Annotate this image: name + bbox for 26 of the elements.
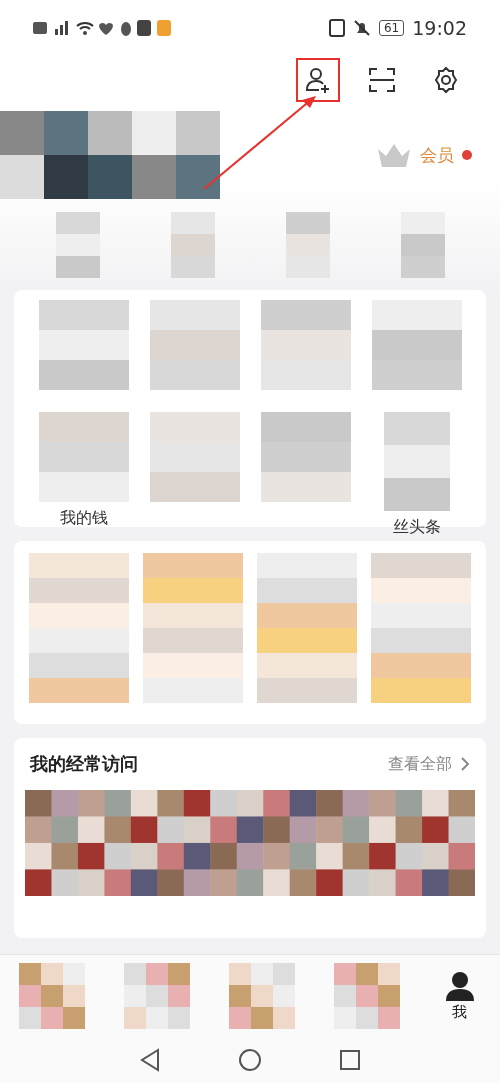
grid-label[interactable]: 丝头条	[392, 517, 441, 538]
recents-icon[interactable]	[339, 1049, 362, 1071]
mosaic-drawing	[333, 963, 400, 1029]
settings-icon	[432, 66, 460, 94]
grid-label[interactable]: 我的钱	[59, 508, 108, 529]
mosaic-drawing	[400, 212, 445, 278]
mosaic-drawing	[229, 963, 295, 1029]
chevron-right-icon	[460, 756, 470, 772]
mosaic-drawing	[285, 212, 330, 278]
muted-bell-icon	[352, 18, 371, 37]
person-icon	[444, 970, 475, 1001]
mosaic-drawing	[170, 212, 215, 278]
back-icon[interactable]	[138, 1048, 161, 1072]
mosaic-drawing	[124, 963, 191, 1029]
clock: 19:02	[412, 16, 467, 39]
add-person-icon	[304, 66, 332, 94]
mosaic-drawing	[19, 963, 86, 1029]
scan-icon	[368, 67, 396, 93]
home-icon[interactable]	[238, 1048, 262, 1072]
battery-level: 61	[378, 19, 405, 36]
nav-tab[interactable]: 我	[438, 969, 481, 1023]
add-friend-button[interactable]	[296, 58, 340, 102]
view-all-link[interactable]: 查看全部	[388, 753, 470, 775]
mosaic-drawing	[55, 212, 100, 278]
section-title: 我的经常访问	[30, 752, 138, 776]
nfc-icon	[328, 18, 345, 37]
